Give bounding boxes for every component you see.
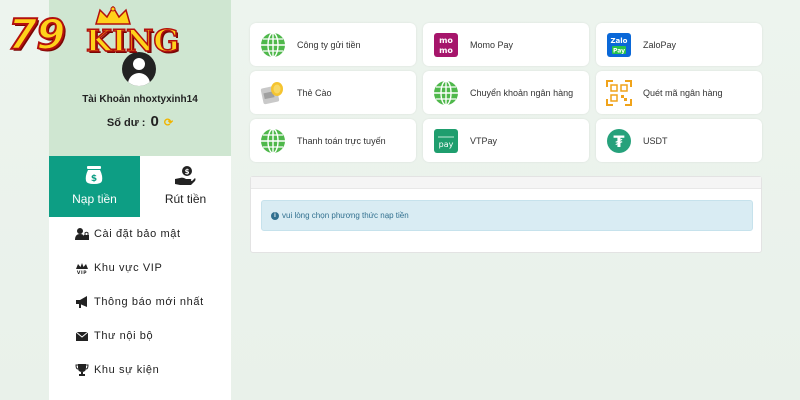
payment-label: Quét mã ngân hàng — [643, 87, 723, 98]
svg-text:$: $ — [91, 174, 97, 184]
tab-deposit-label: Nạp tiền — [72, 192, 117, 206]
menu-label: Thông báo mới nhất — [94, 296, 204, 308]
zalopay-icon-text-top: Zalo — [610, 37, 627, 45]
scratch-card-icon — [260, 82, 283, 105]
payment-company-transfer[interactable]: Công ty gửi tiền — [250, 23, 416, 66]
info-icon: i — [271, 211, 279, 220]
payment-label: Công ty gửi tiền — [297, 39, 361, 50]
svg-text:$: $ — [185, 168, 190, 176]
qr-scan-icon — [606, 80, 632, 106]
payment-label: Thẻ Cào — [297, 87, 332, 98]
panel-header — [251, 177, 761, 189]
info-message: vui lòng chọn phương thức nạp tiền — [282, 211, 409, 220]
zalopay-icon-text-bottom: Pay — [613, 48, 625, 55]
tether-icon: ₮ — [607, 129, 631, 153]
megaphone-icon — [76, 296, 87, 308]
payment-scratch-card[interactable]: Thẻ Cào — [250, 71, 416, 114]
tab-withdraw-label: Rút tiền — [164, 192, 207, 206]
momo-icon: mo mo — [434, 33, 458, 57]
menu-item-notifications[interactable]: Thông báo mới nhất — [49, 285, 231, 319]
payment-bank-qr[interactable]: Quét mã ngân hàng — [596, 71, 762, 114]
logo-number: 79 — [7, 9, 66, 60]
menu-item-events[interactable]: Khu sự kiện — [49, 353, 231, 387]
payment-zalopay[interactable]: Zalo Pay ZaloPay — [596, 23, 762, 66]
tether-icon-text: ₮ — [613, 132, 624, 151]
payment-bank-transfer[interactable]: Chuyển khoản ngân hàng — [423, 71, 589, 114]
payment-label: USDT — [643, 135, 668, 146]
vip-crown-icon: VIP — [76, 263, 88, 274]
globe-icon — [261, 32, 285, 58]
menu-item-vip[interactable]: VIP Khu vực VIP — [49, 251, 231, 285]
payment-label: Momo Pay — [470, 39, 514, 50]
menu-item-security[interactable]: Cài đặt bảo mật — [49, 217, 231, 251]
deposit-info-panel: i vui lòng chọn phương thức nạp tiền — [250, 176, 762, 253]
user-lock-icon — [75, 228, 89, 240]
hand-money-icon: $ — [175, 166, 196, 185]
menu-label: Thư nội bộ — [94, 330, 154, 342]
momo-icon-text-bottom: mo — [439, 46, 453, 55]
envelope-icon — [75, 331, 89, 341]
globe-icon — [261, 128, 285, 154]
payment-label: Thanh toán trực tuyến — [297, 135, 386, 146]
vtpay-icon-text: pay — [439, 140, 454, 149]
account-menu: Cài đặt bảo mật VIP Khu vực VIP Thông bá… — [49, 217, 231, 387]
payment-online[interactable]: Thanh toán trực tuyến — [250, 119, 416, 162]
trophy-icon — [75, 364, 89, 376]
payment-label: ZaloPay — [643, 39, 677, 50]
logo-word: KING — [85, 23, 180, 60]
payment-label: VTPay — [470, 135, 498, 146]
money-bag-icon: $ — [85, 166, 103, 184]
payment-label: Chuyển khoản ngân hàng — [470, 87, 574, 98]
balance-value: 0 — [150, 113, 159, 130]
tab-deposit[interactable]: $ Nạp tiền — [49, 156, 140, 217]
crown-icon — [95, 6, 131, 25]
payment-usdt[interactable]: ₮ USDT — [596, 119, 762, 162]
balance-label: Số dư : — [106, 117, 146, 129]
menu-label: Cài đặt bảo mật — [94, 228, 181, 240]
globe-icon — [434, 80, 458, 106]
account-name: Tài Khoản nhoxtyxinh14 — [82, 94, 198, 105]
menu-label: Khu vực VIP — [94, 262, 163, 274]
momo-icon-text-top: mo — [439, 36, 453, 45]
menu-item-inbox[interactable]: Thư nội bộ — [49, 319, 231, 353]
vtpay-icon: pay — [434, 129, 458, 153]
balance-row: Số dư : 0 ⟳ — [49, 113, 231, 130]
payment-vtpay[interactable]: pay VTPay — [423, 119, 589, 162]
payment-momo[interactable]: mo mo Momo Pay — [423, 23, 589, 66]
brand-logo[interactable]: 79 KING — [7, 4, 180, 66]
tab-withdraw[interactable]: $ Rút tiền — [140, 156, 231, 217]
zalopay-icon: Zalo Pay — [607, 33, 631, 57]
tab-bar: $ Nạp tiền $ Rút tiền — [49, 156, 231, 217]
refresh-icon[interactable]: ⟳ — [164, 117, 173, 129]
svg-text:VIP: VIP — [77, 270, 87, 274]
menu-label: Khu sự kiện — [94, 364, 160, 376]
info-alert: i vui lòng chọn phương thức nạp tiền — [261, 200, 753, 231]
